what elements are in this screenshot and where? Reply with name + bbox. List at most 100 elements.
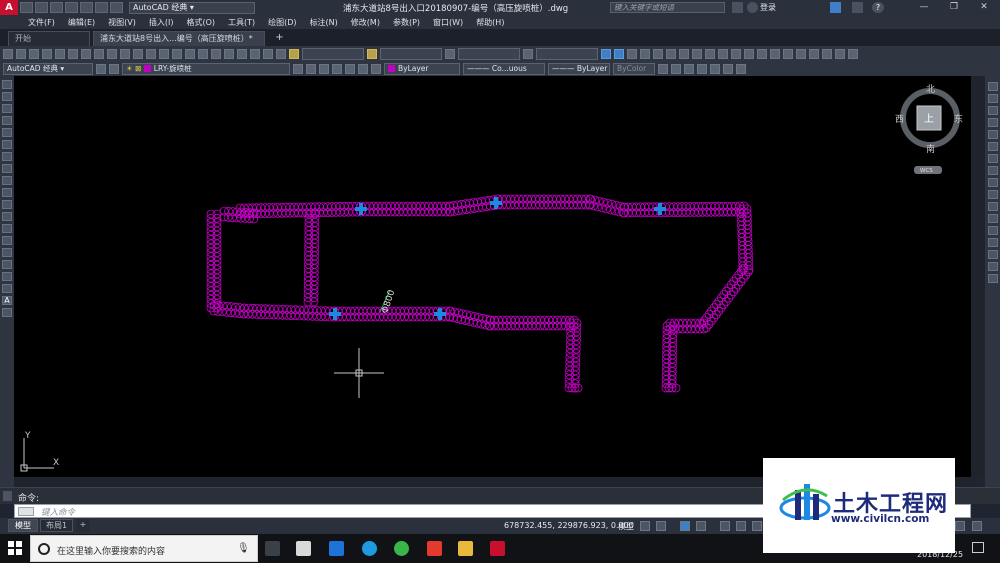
zoom-previous-icon[interactable] <box>198 48 208 59</box>
plot-icon[interactable] <box>80 2 93 13</box>
viewcube[interactable] <box>900 88 960 174</box>
jogged-linear-icon[interactable] <box>809 48 819 59</box>
tool-palettes-icon[interactable] <box>237 48 247 59</box>
markup-icon[interactable] <box>263 48 273 59</box>
save-icon[interactable] <box>50 2 63 13</box>
copy-icon[interactable] <box>94 48 104 59</box>
gradient-icon[interactable] <box>2 260 12 269</box>
ortho-icon[interactable] <box>680 521 690 531</box>
store-icon[interactable] <box>296 541 311 556</box>
workspace-settings-icon[interactable] <box>96 63 106 74</box>
polyline-icon[interactable] <box>2 104 12 113</box>
tolerance-icon[interactable] <box>770 48 780 59</box>
inspection-icon[interactable] <box>796 48 806 59</box>
dim-edit-icon[interactable] <box>822 48 832 59</box>
center-mark-icon[interactable] <box>783 48 793 59</box>
model-space-button[interactable]: 模型 <box>618 521 634 532</box>
viewcube-west[interactable]: 西 <box>895 114 904 125</box>
layer-unisolate-icon[interactable] <box>332 63 342 74</box>
microphone-icon[interactable]: 🎙 <box>237 543 250 554</box>
help-search-input[interactable]: 键入关键字或短语 <box>610 2 725 13</box>
help-icon[interactable]: ? <box>872 2 884 13</box>
point-icon[interactable] <box>2 236 12 245</box>
layer-isolate-icon[interactable] <box>319 63 329 74</box>
drawing-canvas[interactable]: Φ800 Y X 北 南 东 西 上 WCS <box>14 76 971 477</box>
workspace-dropdown-2[interactable]: AutoCAD 经典 ▾ <box>3 62 93 75</box>
command-customize-icon[interactable] <box>18 507 34 516</box>
menu-parametric[interactable]: 参数(P) <box>393 17 420 28</box>
layer-properties-icon[interactable] <box>109 63 119 74</box>
text-style-icon[interactable] <box>289 48 299 59</box>
quick-dim-icon[interactable] <box>705 48 715 59</box>
autodesk-a360-icon[interactable] <box>852 2 863 13</box>
otrack-icon[interactable] <box>736 521 746 531</box>
view-top-icon[interactable] <box>658 63 668 74</box>
windows-start-icon[interactable] <box>8 541 22 555</box>
copy-object-icon[interactable] <box>988 94 998 103</box>
multileader-style-icon[interactable] <box>523 48 533 59</box>
properties-icon[interactable] <box>211 48 221 59</box>
linetype-dropdown[interactable]: ——— Co...uous <box>463 62 545 75</box>
file-explorer-icon[interactable] <box>458 541 473 556</box>
tab-layout1[interactable]: 布局1 <box>40 519 73 532</box>
workspace-dropdown[interactable]: AutoCAD 经典 ▾ <box>129 1 255 14</box>
scale-icon[interactable] <box>988 166 998 175</box>
publish-icon[interactable] <box>68 48 78 59</box>
menu-dimension[interactable]: 标注(N) <box>310 17 338 28</box>
open-file-icon[interactable] <box>35 2 48 13</box>
annotation-scale-icon[interactable] <box>955 521 965 531</box>
zoom-realtime-icon[interactable] <box>172 48 182 59</box>
menu-tools[interactable]: 工具(T) <box>228 17 255 28</box>
region-icon[interactable] <box>2 272 12 281</box>
viewcube-north[interactable]: 北 <box>926 84 935 95</box>
menu-file[interactable]: 文件(F) <box>28 17 55 28</box>
command-input[interactable]: 键入命令 <box>41 506 75 518</box>
viewcube-east[interactable]: 东 <box>954 113 963 125</box>
polar-icon[interactable] <box>696 521 706 531</box>
revision-cloud-icon[interactable] <box>2 164 12 173</box>
tab-start[interactable]: 开始 <box>8 31 90 46</box>
table-icon[interactable] <box>2 284 12 293</box>
command-close-icon[interactable] <box>3 491 12 501</box>
menu-insert[interactable]: 插入(I) <box>149 17 174 28</box>
viewcube-south[interactable]: 南 <box>926 143 935 155</box>
sheet-set-icon[interactable] <box>250 48 260 59</box>
osnap-icon[interactable] <box>720 521 730 531</box>
make-current-icon[interactable] <box>293 63 303 74</box>
new-tab-button[interactable]: + <box>273 32 286 45</box>
dim-arc-icon[interactable] <box>627 48 637 59</box>
preview-icon[interactable] <box>55 48 65 59</box>
lineweight-toggle-icon[interactable] <box>752 521 762 531</box>
autocad-logo-icon[interactable]: A <box>0 0 18 15</box>
color-dropdown[interactable]: ByLayer <box>384 62 460 75</box>
offset-icon[interactable] <box>988 118 998 127</box>
rotate-icon[interactable] <box>988 154 998 163</box>
layer-lock-icon[interactable] <box>371 63 381 74</box>
snap-icon[interactable] <box>656 521 666 531</box>
dim-aligned-icon[interactable] <box>614 48 624 59</box>
quickcalc-icon[interactable] <box>276 48 286 59</box>
edge-icon[interactable] <box>329 541 344 556</box>
qnew-icon[interactable] <box>3 48 13 59</box>
menu-window[interactable]: 窗口(W) <box>433 17 463 28</box>
binoculars-icon[interactable] <box>732 2 743 13</box>
menu-draw[interactable]: 绘图(D) <box>268 17 296 28</box>
new-file-icon[interactable] <box>20 2 33 13</box>
open-icon[interactable] <box>16 48 26 59</box>
pan-icon[interactable] <box>159 48 169 59</box>
print-icon[interactable] <box>42 48 52 59</box>
taskbar-search-box[interactable]: 在这里输入你要搜索的内容 🎙 <box>30 535 258 562</box>
cut-icon[interactable] <box>81 48 91 59</box>
lineweight-dropdown[interactable]: ——— ByLayer <box>548 62 610 75</box>
dim-baseline-icon[interactable] <box>718 48 728 59</box>
grid-icon[interactable] <box>640 521 650 531</box>
layer-off-icon[interactable] <box>358 63 368 74</box>
browser-360-icon[interactable] <box>394 541 409 556</box>
layer-dropdown[interactable]: ☀ ⊠ LRY-旋喷桩 <box>122 62 290 75</box>
view-bottom-icon[interactable] <box>671 63 681 74</box>
hatch-icon[interactable] <box>2 248 12 257</box>
redo-icon[interactable] <box>110 2 123 13</box>
multileader-style-dropdown[interactable] <box>536 47 598 60</box>
text-style-dropdown[interactable] <box>302 47 364 60</box>
design-center-icon[interactable] <box>224 48 234 59</box>
